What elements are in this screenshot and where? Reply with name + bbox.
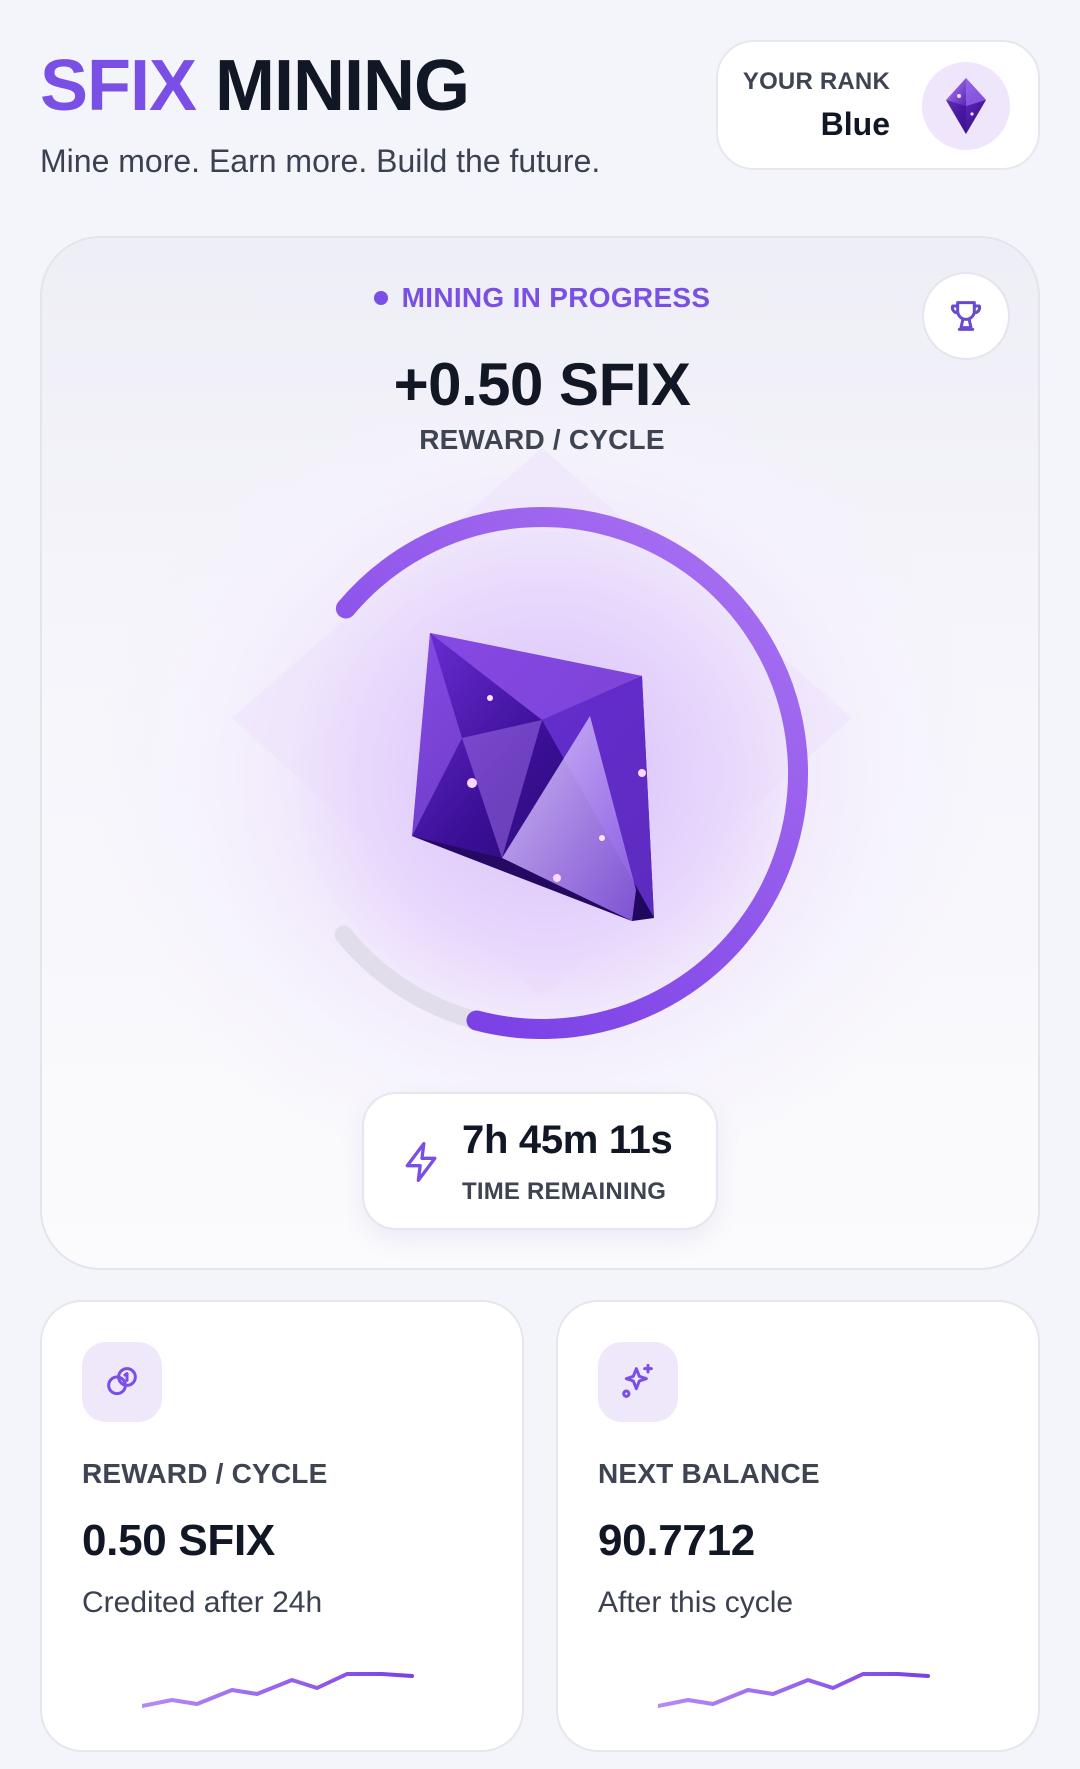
rank-value: Blue	[820, 106, 890, 142]
mining-card: MINING IN PROGRESS +0.50 SFIX REWARD / C…	[40, 236, 1040, 1270]
coins-icon	[82, 1342, 162, 1422]
lightning-icon	[405, 1142, 437, 1182]
rank-card[interactable]: YOUR RANK Blue	[716, 40, 1040, 170]
rank-label: YOUR RANK	[742, 68, 890, 95]
reward-amount: +0.50 SFIX	[393, 351, 691, 418]
sparkline	[142, 1672, 414, 1708]
stat-note: After this cycle	[598, 1586, 794, 1619]
header: SFIX MINING Mine more. Earn more. Build …	[40, 40, 1040, 190]
trophy-button[interactable]	[922, 272, 1010, 360]
title-main: MINING	[215, 46, 470, 126]
page-subtitle: Mine more. Earn more. Build the future.	[40, 143, 601, 179]
gem-icon	[922, 62, 1010, 150]
page-title: SFIX MINING	[40, 50, 470, 122]
trophy-icon	[950, 301, 982, 331]
status-text: MINING IN PROGRESS	[401, 282, 711, 313]
stat-value: 90.7712	[598, 1516, 755, 1565]
status-dot	[373, 291, 388, 305]
timer-label: TIME REMAINING	[462, 1178, 667, 1205]
mining-status: MINING IN PROGRESS	[42, 282, 1038, 314]
timer-value: 7h 45m 11s	[462, 1118, 673, 1162]
sparkles-icon	[598, 1342, 678, 1422]
stat-value: 0.50 SFIX	[82, 1516, 275, 1565]
stat-card-next-balance: NEXT BALANCE 90.7712 After this cycle	[556, 1300, 1040, 1752]
timer-pill: 7h 45m 11s TIME REMAINING	[362, 1092, 718, 1230]
stat-label: NEXT BALANCE	[598, 1458, 820, 1489]
reward-label: REWARD / CYCLE	[419, 424, 665, 455]
stat-note: Credited after 24h	[82, 1586, 323, 1619]
stat-label: REWARD / CYCLE	[82, 1458, 328, 1489]
sparkline	[658, 1672, 930, 1708]
stat-card-reward: REWARD / CYCLE 0.50 SFIX Credited after …	[40, 1300, 524, 1752]
title-accent: SFIX	[40, 46, 197, 126]
